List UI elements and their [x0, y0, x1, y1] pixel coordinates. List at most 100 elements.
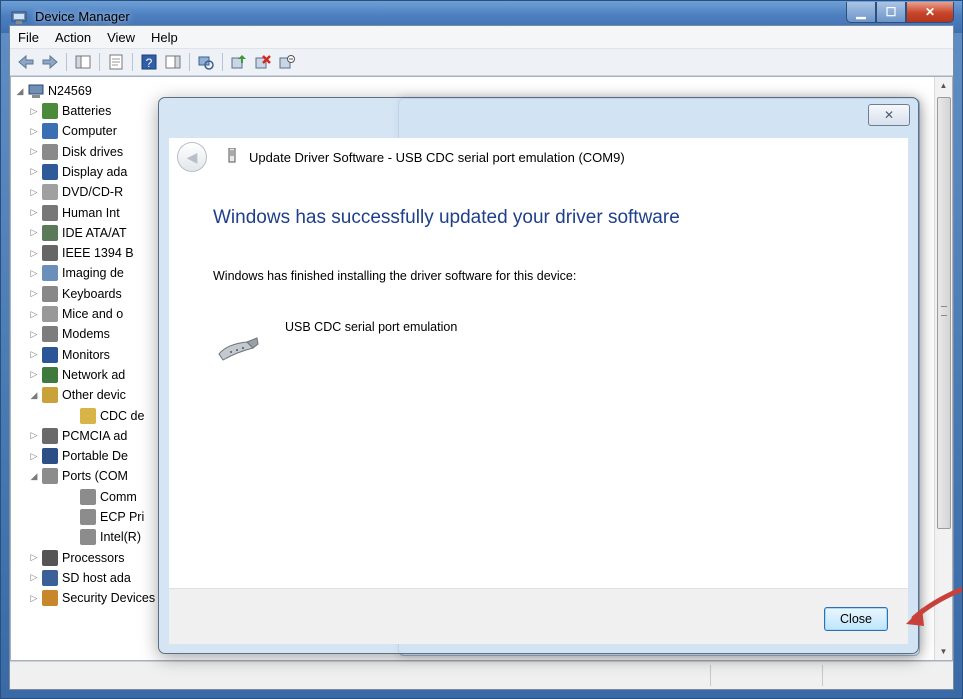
tree-root[interactable]: ◢ N24569: [15, 81, 92, 101]
expand-arrow-icon[interactable]: ▷: [29, 106, 39, 117]
help-button[interactable]: ?: [139, 52, 159, 72]
forward-arrow-icon: [42, 54, 58, 70]
tree-child-item[interactable]: ECP Pri: [67, 507, 144, 527]
device-category-icon: [42, 569, 58, 586]
expand-arrow-icon[interactable]: ▷: [29, 166, 39, 177]
forward-button[interactable]: [40, 52, 60, 72]
tree-category-item[interactable]: ▷ Computer: [29, 121, 117, 141]
vertical-scrollbar[interactable]: ▲ ▼: [934, 77, 952, 660]
expand-arrow-icon[interactable]: ▷: [29, 146, 39, 157]
device-category-icon: [42, 306, 58, 322]
close-window-button[interactable]: ✕: [906, 2, 954, 23]
tree-category-item[interactable]: ▷ Batteries: [29, 101, 111, 121]
dialog-close-button[interactable]: ✕: [868, 104, 910, 126]
update-driver-icon: [231, 55, 246, 69]
dialog-body: Windows has successfully updated your dr…: [169, 178, 908, 589]
tree-category-item[interactable]: ▷ Network ad: [29, 365, 125, 385]
menu-help[interactable]: Help: [143, 30, 186, 45]
device-category-icon: [42, 366, 58, 383]
tree-category-item[interactable]: ▷ Modems: [29, 324, 110, 344]
tree-child-item[interactable]: CDC de: [67, 406, 144, 426]
properties-button[interactable]: [106, 52, 126, 72]
show-hide-tree-button[interactable]: [73, 52, 93, 72]
tree-category-item[interactable]: ▷ Display ada: [29, 162, 127, 182]
tree-item-label: SD host ada: [62, 570, 131, 585]
device-category-icon: [42, 184, 58, 201]
tree-item-label: Mice and o: [62, 307, 124, 321]
uninstall-button[interactable]: [253, 52, 273, 72]
expand-arrow-icon[interactable]: ▷: [29, 430, 39, 441]
scroll-up-icon[interactable]: ▲: [935, 77, 952, 94]
tree-category-item[interactable]: ▷ Imaging de: [29, 263, 124, 283]
tree-category-item[interactable]: ▷ IEEE 1394 B: [29, 243, 134, 263]
tree-category-item[interactable]: ◢ Ports (COM: [29, 466, 128, 486]
expand-arrow-icon[interactable]: ▷: [29, 552, 39, 563]
collapse-arrow-icon[interactable]: ◢: [29, 471, 39, 482]
dialog-back-button[interactable]: ◀: [177, 142, 207, 172]
expand-arrow-icon[interactable]: ▷: [29, 187, 39, 198]
serial-port-icon: [218, 337, 259, 361]
device-category-icon: [42, 204, 58, 221]
dialog-title: Update Driver Software - USB CDC serial …: [249, 150, 625, 165]
close-button[interactable]: Close: [824, 607, 888, 631]
tree-category-item[interactable]: ▷ Mice and o: [29, 304, 123, 324]
tree-category-item[interactable]: ▷ DVD/CD-R: [29, 182, 123, 202]
expand-arrow-icon[interactable]: ▷: [29, 329, 39, 340]
expand-arrow-icon[interactable]: ◢: [15, 86, 25, 97]
expand-arrow-icon[interactable]: ▷: [29, 126, 39, 137]
help-icon: ?: [141, 54, 157, 70]
tree-category-item[interactable]: ▷ IDE ATA/AT: [29, 223, 127, 243]
expand-arrow-icon[interactable]: ▷: [29, 207, 39, 218]
properties-icon: [109, 54, 123, 70]
maximize-button[interactable]: ☐: [876, 2, 906, 23]
tree-category-item[interactable]: ▷ Keyboards: [29, 284, 122, 304]
tree-item-label: Imaging de: [62, 266, 124, 281]
expand-arrow-icon[interactable]: ▷: [29, 288, 39, 299]
expand-arrow-icon[interactable]: ▷: [29, 369, 39, 380]
minimize-button[interactable]: ▁: [846, 2, 876, 23]
tree-category-item[interactable]: ▷ Portable De: [29, 446, 128, 466]
device-category-icon: [80, 529, 96, 546]
collapse-arrow-icon[interactable]: ◢: [29, 390, 39, 401]
device-category-icon: [42, 468, 58, 485]
status-separator: [710, 665, 711, 686]
expand-arrow-icon[interactable]: ▷: [29, 349, 39, 360]
tree-category-item[interactable]: ▷ Processors: [29, 548, 125, 568]
update-driver-button[interactable]: [229, 52, 249, 72]
tree-category-item[interactable]: ▷ Human Int: [29, 203, 120, 223]
tree-child-item[interactable]: Intel(R): [67, 527, 141, 547]
tree-category-item[interactable]: ▷ SD host ada: [29, 568, 131, 588]
tree-child-item[interactable]: Comm: [67, 487, 137, 507]
tree-category-item[interactable]: ▷ Monitors: [29, 345, 110, 365]
tree-category-item[interactable]: ▷ Security Devices: [29, 588, 155, 608]
tree-category-item[interactable]: ▷ PCMCIA ad: [29, 426, 127, 446]
menu-action[interactable]: Action: [47, 30, 99, 45]
action-pane-button[interactable]: [163, 52, 183, 72]
menu-file[interactable]: File: [10, 30, 47, 45]
scroll-down-icon[interactable]: ▼: [935, 643, 952, 660]
expand-arrow-icon[interactable]: ▷: [29, 572, 39, 583]
back-arrow-icon: [18, 54, 34, 70]
tree-category-item[interactable]: ▷ Disk drives: [29, 142, 123, 162]
expand-arrow-icon[interactable]: ▷: [29, 227, 39, 238]
scroll-grip-icon: [941, 306, 947, 316]
disable-button[interactable]: [277, 52, 297, 72]
expand-arrow-icon[interactable]: ▷: [29, 451, 39, 462]
tree-category-item[interactable]: ◢ Other devic: [29, 385, 126, 405]
expand-arrow-icon[interactable]: ▷: [29, 309, 39, 320]
toolbar-separator: [99, 53, 100, 71]
scroll-thumb[interactable]: [937, 97, 951, 529]
close-icon: ✕: [924, 5, 936, 19]
close-x-icon: ✕: [883, 108, 895, 122]
expand-arrow-icon[interactable]: ▷: [29, 268, 39, 279]
action-pane-icon: [165, 55, 181, 69]
caption-buttons: ▁ ☐ ✕: [846, 2, 954, 24]
tree-item-label: Keyboards: [62, 286, 122, 301]
scan-hardware-button[interactable]: [196, 52, 216, 72]
window-title: Device Manager: [35, 9, 130, 24]
expand-arrow-icon[interactable]: ▷: [29, 593, 39, 604]
back-button[interactable]: [16, 52, 36, 72]
expand-arrow-icon[interactable]: ▷: [29, 248, 39, 259]
menu-view[interactable]: View: [99, 30, 143, 45]
device-category-icon: [42, 123, 58, 140]
